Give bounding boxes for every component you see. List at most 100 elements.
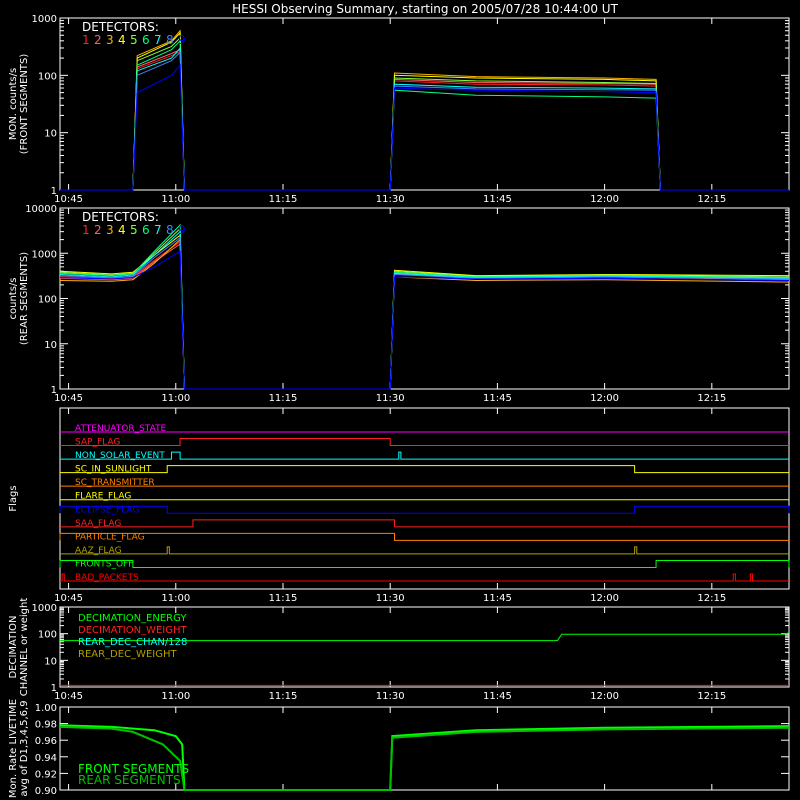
series-line-5 bbox=[60, 36, 789, 191]
x-tick-label: 12:15 bbox=[697, 691, 726, 702]
x-tick-label: 11:00 bbox=[161, 393, 190, 404]
flag-line-sap-flag bbox=[60, 438, 789, 447]
y-tick-label: 10 bbox=[44, 340, 57, 351]
legend-title: DETECTORS: bbox=[82, 20, 159, 34]
x-tick-label: 11:15 bbox=[269, 194, 298, 205]
y-tick-label: 1000 bbox=[32, 249, 57, 260]
flag-line-saa-flag bbox=[60, 519, 789, 528]
x-tick-label: 11:30 bbox=[376, 593, 405, 604]
series-line-3 bbox=[59, 238, 790, 390]
series-line-8 bbox=[59, 236, 790, 390]
x-tick-label: 11:30 bbox=[376, 393, 405, 404]
y-axis-label-2: avg of D1,3,4,5,6,9 bbox=[19, 700, 30, 796]
flag-line-eclipse-flag bbox=[59, 505, 790, 514]
x-tick-label: 10:45 bbox=[54, 194, 83, 205]
legend-rear-dec-chan-128: REAR_DEC_CHAN/128 bbox=[78, 637, 187, 648]
legend-decimation-energy: DECIMATION_ENERGY bbox=[78, 613, 187, 624]
y-axis-label: counts/s bbox=[8, 277, 19, 319]
x-tick-label: 12:15 bbox=[697, 393, 726, 404]
x-tick-label: 12:00 bbox=[590, 593, 619, 604]
flag-line-non-solar-event bbox=[60, 451, 789, 460]
legend-detector-4: 4 bbox=[118, 223, 126, 237]
x-tick-label: 11:15 bbox=[269, 593, 298, 604]
series-line-7 bbox=[60, 46, 789, 191]
legend-detector-1: 1 bbox=[82, 223, 90, 237]
panel-2: 10:45 11:00 11:15 11:30 11:45 12:00 12:15 1 10 10… bbox=[8, 204, 790, 404]
y-tick-label: 10 bbox=[44, 129, 57, 140]
series-line-1 bbox=[59, 240, 790, 390]
series-line-2 bbox=[59, 243, 790, 390]
figure-title: HESSI Observing Summary, starting on 200… bbox=[232, 2, 618, 16]
legend-detector-7: 7 bbox=[154, 223, 162, 237]
x-tick-label: 12:00 bbox=[590, 691, 619, 702]
flag-line-fronts-off bbox=[59, 559, 790, 568]
x-tick-label: 11:15 bbox=[269, 393, 298, 404]
legend-rear-segments: REAR SEGMENTS bbox=[78, 773, 181, 787]
y-tick-label: 1 bbox=[51, 683, 57, 694]
flag-line-bad-packets bbox=[60, 573, 789, 582]
y-axis-label: MON. counts/s bbox=[8, 68, 19, 140]
x-tick-label: 10:45 bbox=[54, 593, 83, 604]
y-tick-label: 0.92 bbox=[35, 769, 57, 780]
series-line-1 bbox=[60, 50, 789, 191]
legend-detector-4: 4 bbox=[118, 33, 126, 47]
x-tick-label: 11:30 bbox=[376, 691, 405, 702]
y-tick-label: 100 bbox=[38, 295, 57, 306]
legend-detector-7: 7 bbox=[154, 33, 162, 47]
legend-detector-2: 2 bbox=[94, 33, 102, 47]
y-tick-label: 1000 bbox=[32, 14, 57, 25]
x-tick-label: 12:15 bbox=[697, 194, 726, 205]
series-line-8 bbox=[60, 51, 789, 191]
y-tick-label: 0.90 bbox=[35, 786, 57, 797]
legend-title: DETECTORS: bbox=[82, 210, 159, 224]
flag-line-sc-in-sunlight bbox=[60, 465, 789, 474]
panel-4: 10:45 11:00 11:15 11:30 11:45 12:00 12:15 1 10 10… bbox=[8, 598, 790, 702]
legend-detector-6: 6 bbox=[142, 223, 150, 237]
legend-detector-8: 8 bbox=[166, 33, 174, 47]
flag-line-particle-flag bbox=[59, 532, 789, 541]
legend-rear-dec-weight: REAR_DEC_WEIGHT bbox=[78, 649, 177, 660]
y-axis-label-2: CHANNEL or weight bbox=[19, 598, 30, 697]
legend-detector-3: 3 bbox=[106, 223, 114, 237]
series-line-9 bbox=[60, 63, 789, 191]
observing-summary-figure: HESSI Observing Summary, starting on 200… bbox=[8, 2, 790, 798]
y-axis-label-2: (REAR SEGMENTS) bbox=[19, 252, 30, 345]
y-tick-label: 1.00 bbox=[35, 703, 57, 714]
y-axis-label: Mon. Rate LIVETIME bbox=[8, 699, 19, 798]
legend-detector-9: 9 bbox=[178, 33, 186, 47]
y-tick-label: 100 bbox=[38, 71, 57, 82]
legend-detector-2: 2 bbox=[94, 223, 102, 237]
y-tick-label: 10 bbox=[44, 656, 57, 667]
x-tick-label: 11:30 bbox=[376, 194, 405, 205]
x-tick-label: 11:45 bbox=[483, 691, 512, 702]
legend-detector-9: 9 bbox=[178, 223, 186, 237]
series-line-2 bbox=[60, 48, 789, 191]
y-tick-label: 0.98 bbox=[35, 720, 57, 731]
legend-detector-6: 6 bbox=[142, 33, 150, 47]
x-tick-label: 10:45 bbox=[54, 691, 83, 702]
y-tick-label: 0.96 bbox=[35, 736, 57, 747]
y-tick-label: 1 bbox=[51, 186, 57, 197]
x-tick-label: 12:00 bbox=[590, 194, 619, 205]
y-axis-label: DECIMATION bbox=[8, 615, 19, 678]
legend-detector-1: 1 bbox=[82, 33, 90, 47]
panel-frame bbox=[59, 407, 790, 590]
x-tick-label: 11:45 bbox=[483, 393, 512, 404]
x-tick-label: 11:45 bbox=[483, 593, 512, 604]
y-tick-label: 1 bbox=[51, 385, 57, 396]
x-tick-label: 10:45 bbox=[54, 393, 83, 404]
y-axis-label-2: (FRONT SEGMENTS) bbox=[19, 54, 30, 155]
y-tick-label: 1000 bbox=[32, 603, 57, 614]
x-tick-label: 11:00 bbox=[161, 593, 190, 604]
y-tick-label: 10000 bbox=[25, 204, 57, 215]
series-line-7 bbox=[59, 230, 790, 390]
panel-1: 10:45 11:00 11:15 11:30 11:45 12:00 12:15 1 10 10… bbox=[8, 14, 790, 205]
x-tick-label: 11:00 bbox=[161, 194, 190, 205]
x-tick-label: 11:15 bbox=[269, 691, 298, 702]
x-tick-label: 12:00 bbox=[590, 393, 619, 404]
y-tick-label: 0.94 bbox=[35, 753, 57, 764]
y-tick-label: 100 bbox=[38, 630, 57, 641]
flag-line-aaz-flag bbox=[60, 546, 789, 555]
y-axis-label: Flags bbox=[8, 485, 19, 511]
legend-detector-3: 3 bbox=[106, 33, 114, 47]
